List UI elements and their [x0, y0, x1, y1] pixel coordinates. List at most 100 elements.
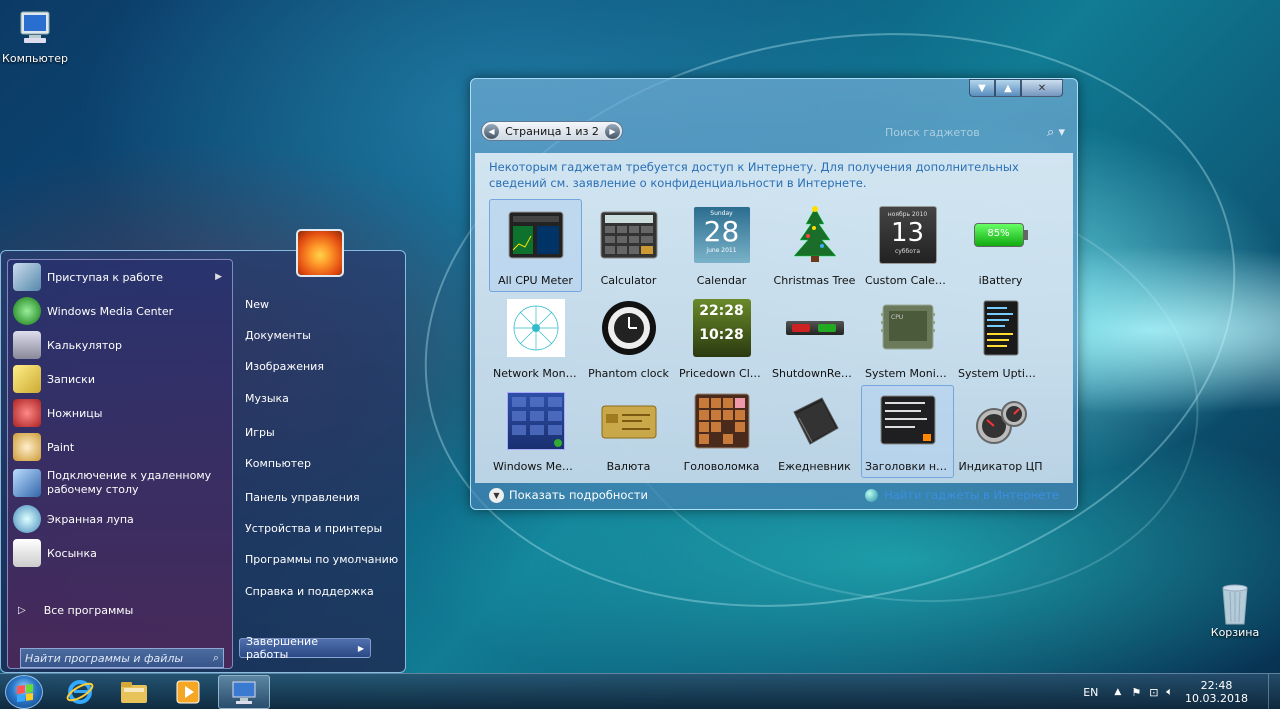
all-programs-label: Все программы [43, 604, 134, 617]
shutdown-label: Завершение работы [246, 635, 318, 661]
gadget-grid: All CPU Meter Calculator Sunday 28 june … [489, 199, 1047, 478]
scissors-icon [13, 399, 41, 427]
custom-calendar-header: ноябрь 2010 [887, 211, 928, 218]
gadget-label: Custom Calendar [865, 274, 953, 287]
internet-notice[interactable]: Некоторым гаджетам требуется доступ к Ин… [475, 153, 1073, 195]
start-item-remote-desktop[interactable]: Подключение к удаленному рабочему столу [8, 464, 232, 502]
gadget-tile[interactable]: ноябрь 2010 13 суббота Custom Calendar [861, 199, 954, 292]
clock[interactable]: 22:48 10.03.2018 [1185, 679, 1248, 705]
start-link-music[interactable]: Музыка [245, 392, 289, 405]
start-item-paint[interactable]: Paint [8, 430, 232, 464]
gadget-tile[interactable]: Головоломка [675, 385, 768, 478]
start-item-snipping-tool[interactable]: Ножницы [8, 396, 232, 430]
gadget-tile[interactable]: ShutdownRestart [768, 292, 861, 385]
gadget-tile[interactable]: 85% iBattery [954, 199, 1047, 292]
pricedown-clock-icon: 22:28 10:28 [692, 299, 751, 357]
gadget-label: Pricedown Clock [679, 367, 767, 380]
gadget-search-input[interactable]: Поиск гаджетов ⌕ ▾ [885, 123, 1065, 141]
volume-icon[interactable]: 🔈︎ [1166, 685, 1173, 699]
diary-icon [786, 392, 844, 450]
all-programs-button[interactable]: ▷ Все программы [18, 604, 133, 617]
taskbar-media-player[interactable] [162, 675, 214, 709]
start-item-label: Подключение к удаленному рабочему столу [47, 469, 212, 496]
gadget-tile[interactable]: All CPU Meter [489, 199, 582, 292]
start-link-new[interactable]: New [245, 298, 269, 311]
gadget-tile[interactable]: Phantom clock [582, 292, 675, 385]
start-search-placeholder: Найти программы и файлы [25, 651, 184, 665]
gadget-label: Головоломка [683, 460, 760, 473]
maximize-button[interactable]: ▲ [995, 79, 1021, 97]
start-link-computer[interactable]: Компьютер [245, 457, 311, 470]
custom-calendar-day: 13 [890, 218, 925, 248]
gadget-tile[interactable]: Ежедневник [768, 385, 861, 478]
gadget-label: Валюта [606, 460, 651, 473]
gadget-label: Заголовки нов... [865, 460, 953, 473]
start-item-sticky-notes[interactable]: Записки [8, 362, 232, 396]
gadget-label: Phantom clock [588, 367, 669, 380]
user-avatar[interactable] [296, 229, 344, 277]
start-button[interactable] [5, 675, 43, 709]
start-item-getting-started[interactable]: Приступая к работе ▶ [8, 260, 232, 294]
gadget-tile[interactable]: 22:28 10:28 Pricedown Clock [675, 292, 768, 385]
start-item-solitaire[interactable]: Косынка [8, 536, 232, 570]
gadget-tile[interactable]: System Uptime ... [954, 292, 1047, 385]
christmas-tree-icon [786, 206, 844, 264]
desktop-icon-recycle-bin[interactable]: Корзина [1200, 582, 1270, 639]
gadget-tile[interactable]: Индикатор ЦП [954, 385, 1047, 478]
currency-icon [600, 392, 658, 450]
clock-time: 22:48 [1200, 679, 1233, 692]
gadget-label: Calendar [696, 274, 747, 287]
gadget-label: Windows Media... [493, 460, 581, 473]
show-details-label: Показать подробности [509, 488, 648, 502]
language-indicator[interactable]: EN [1083, 686, 1098, 699]
start-link-games[interactable]: Игры [245, 426, 275, 439]
start-link-control-panel[interactable]: Панель управления [245, 491, 360, 504]
taskbar-gadgets-window[interactable] [218, 675, 270, 709]
puzzle-icon [693, 392, 751, 450]
custom-calendar-icon: ноябрь 2010 13 суббота [878, 206, 937, 264]
start-item-calculator[interactable]: Калькулятор [8, 328, 232, 362]
action-center-flag-icon[interactable]: ⚑ [1131, 686, 1141, 699]
find-gadgets-online-link[interactable]: Найти гаджеты в Интернете [865, 488, 1059, 502]
next-page-button[interactable]: ▶ [605, 123, 620, 139]
minimize-button[interactable]: ▼ [969, 79, 995, 97]
taskbar-ie[interactable] [54, 675, 106, 709]
start-search-input[interactable]: Найти программы и файлы ⌕ [20, 648, 224, 668]
gadget-tile[interactable]: Валюта [582, 385, 675, 478]
search-icon[interactable]: ⌕ ▾ [1047, 125, 1065, 140]
gadget-label: iBattery [978, 274, 1023, 287]
remote-desktop-icon [13, 469, 41, 497]
solitaire-icon [13, 539, 41, 567]
monitor-icon [232, 681, 256, 704]
gadget-label: Индикатор ЦП [958, 460, 1043, 473]
gadget-tile[interactable]: CPU System Monitor II [861, 292, 954, 385]
start-item-media-center[interactable]: Windows Media Center [8, 294, 232, 328]
start-link-help[interactable]: Справка и поддержка [245, 585, 374, 598]
gadget-tile[interactable]: Заголовки нов... [861, 385, 954, 478]
close-button[interactable]: ✕ [1021, 79, 1063, 97]
gadget-tile[interactable]: Sunday 28 june 2011 Calendar [675, 199, 768, 292]
system-monitor-icon: CPU [879, 299, 937, 357]
start-menu: Приступая к работе ▶ Windows Media Cente… [0, 229, 406, 673]
gadget-tile[interactable]: Calculator [582, 199, 675, 292]
taskbar-explorer[interactable] [108, 675, 160, 709]
gadget-tile[interactable]: Network Monit... [489, 292, 582, 385]
desktop-icon-computer[interactable]: Компьютер [0, 8, 70, 65]
shutdown-button[interactable]: Завершение работы ▶ [239, 635, 371, 661]
start-item-magnifier[interactable]: Экранная лупа [8, 502, 232, 536]
chevron-right-icon[interactable]: ▶ [358, 644, 364, 653]
gadget-tile[interactable]: Christmas Tree [768, 199, 861, 292]
start-link-devices-printers[interactable]: Устройства и принтеры [245, 522, 382, 535]
network-icon[interactable]: ⊡ [1149, 686, 1158, 699]
show-details-button[interactable]: ▼ Показать подробности [489, 487, 648, 503]
prev-page-button[interactable]: ◀ [484, 123, 499, 139]
show-desktop-button[interactable] [1268, 674, 1280, 709]
gadget-tile[interactable]: Windows Media... [489, 385, 582, 478]
start-link-default-programs[interactable]: Программы по умолчанию [245, 553, 398, 566]
show-hidden-icons-button[interactable]: ▲ [1114, 687, 1121, 697]
internet-explorer-icon [66, 680, 94, 704]
start-link-pictures[interactable]: Изображения [245, 360, 324, 373]
battery-value: 85% [987, 228, 1010, 239]
start-item-label: Записки [47, 372, 95, 386]
start-link-documents[interactable]: Документы [245, 329, 311, 342]
